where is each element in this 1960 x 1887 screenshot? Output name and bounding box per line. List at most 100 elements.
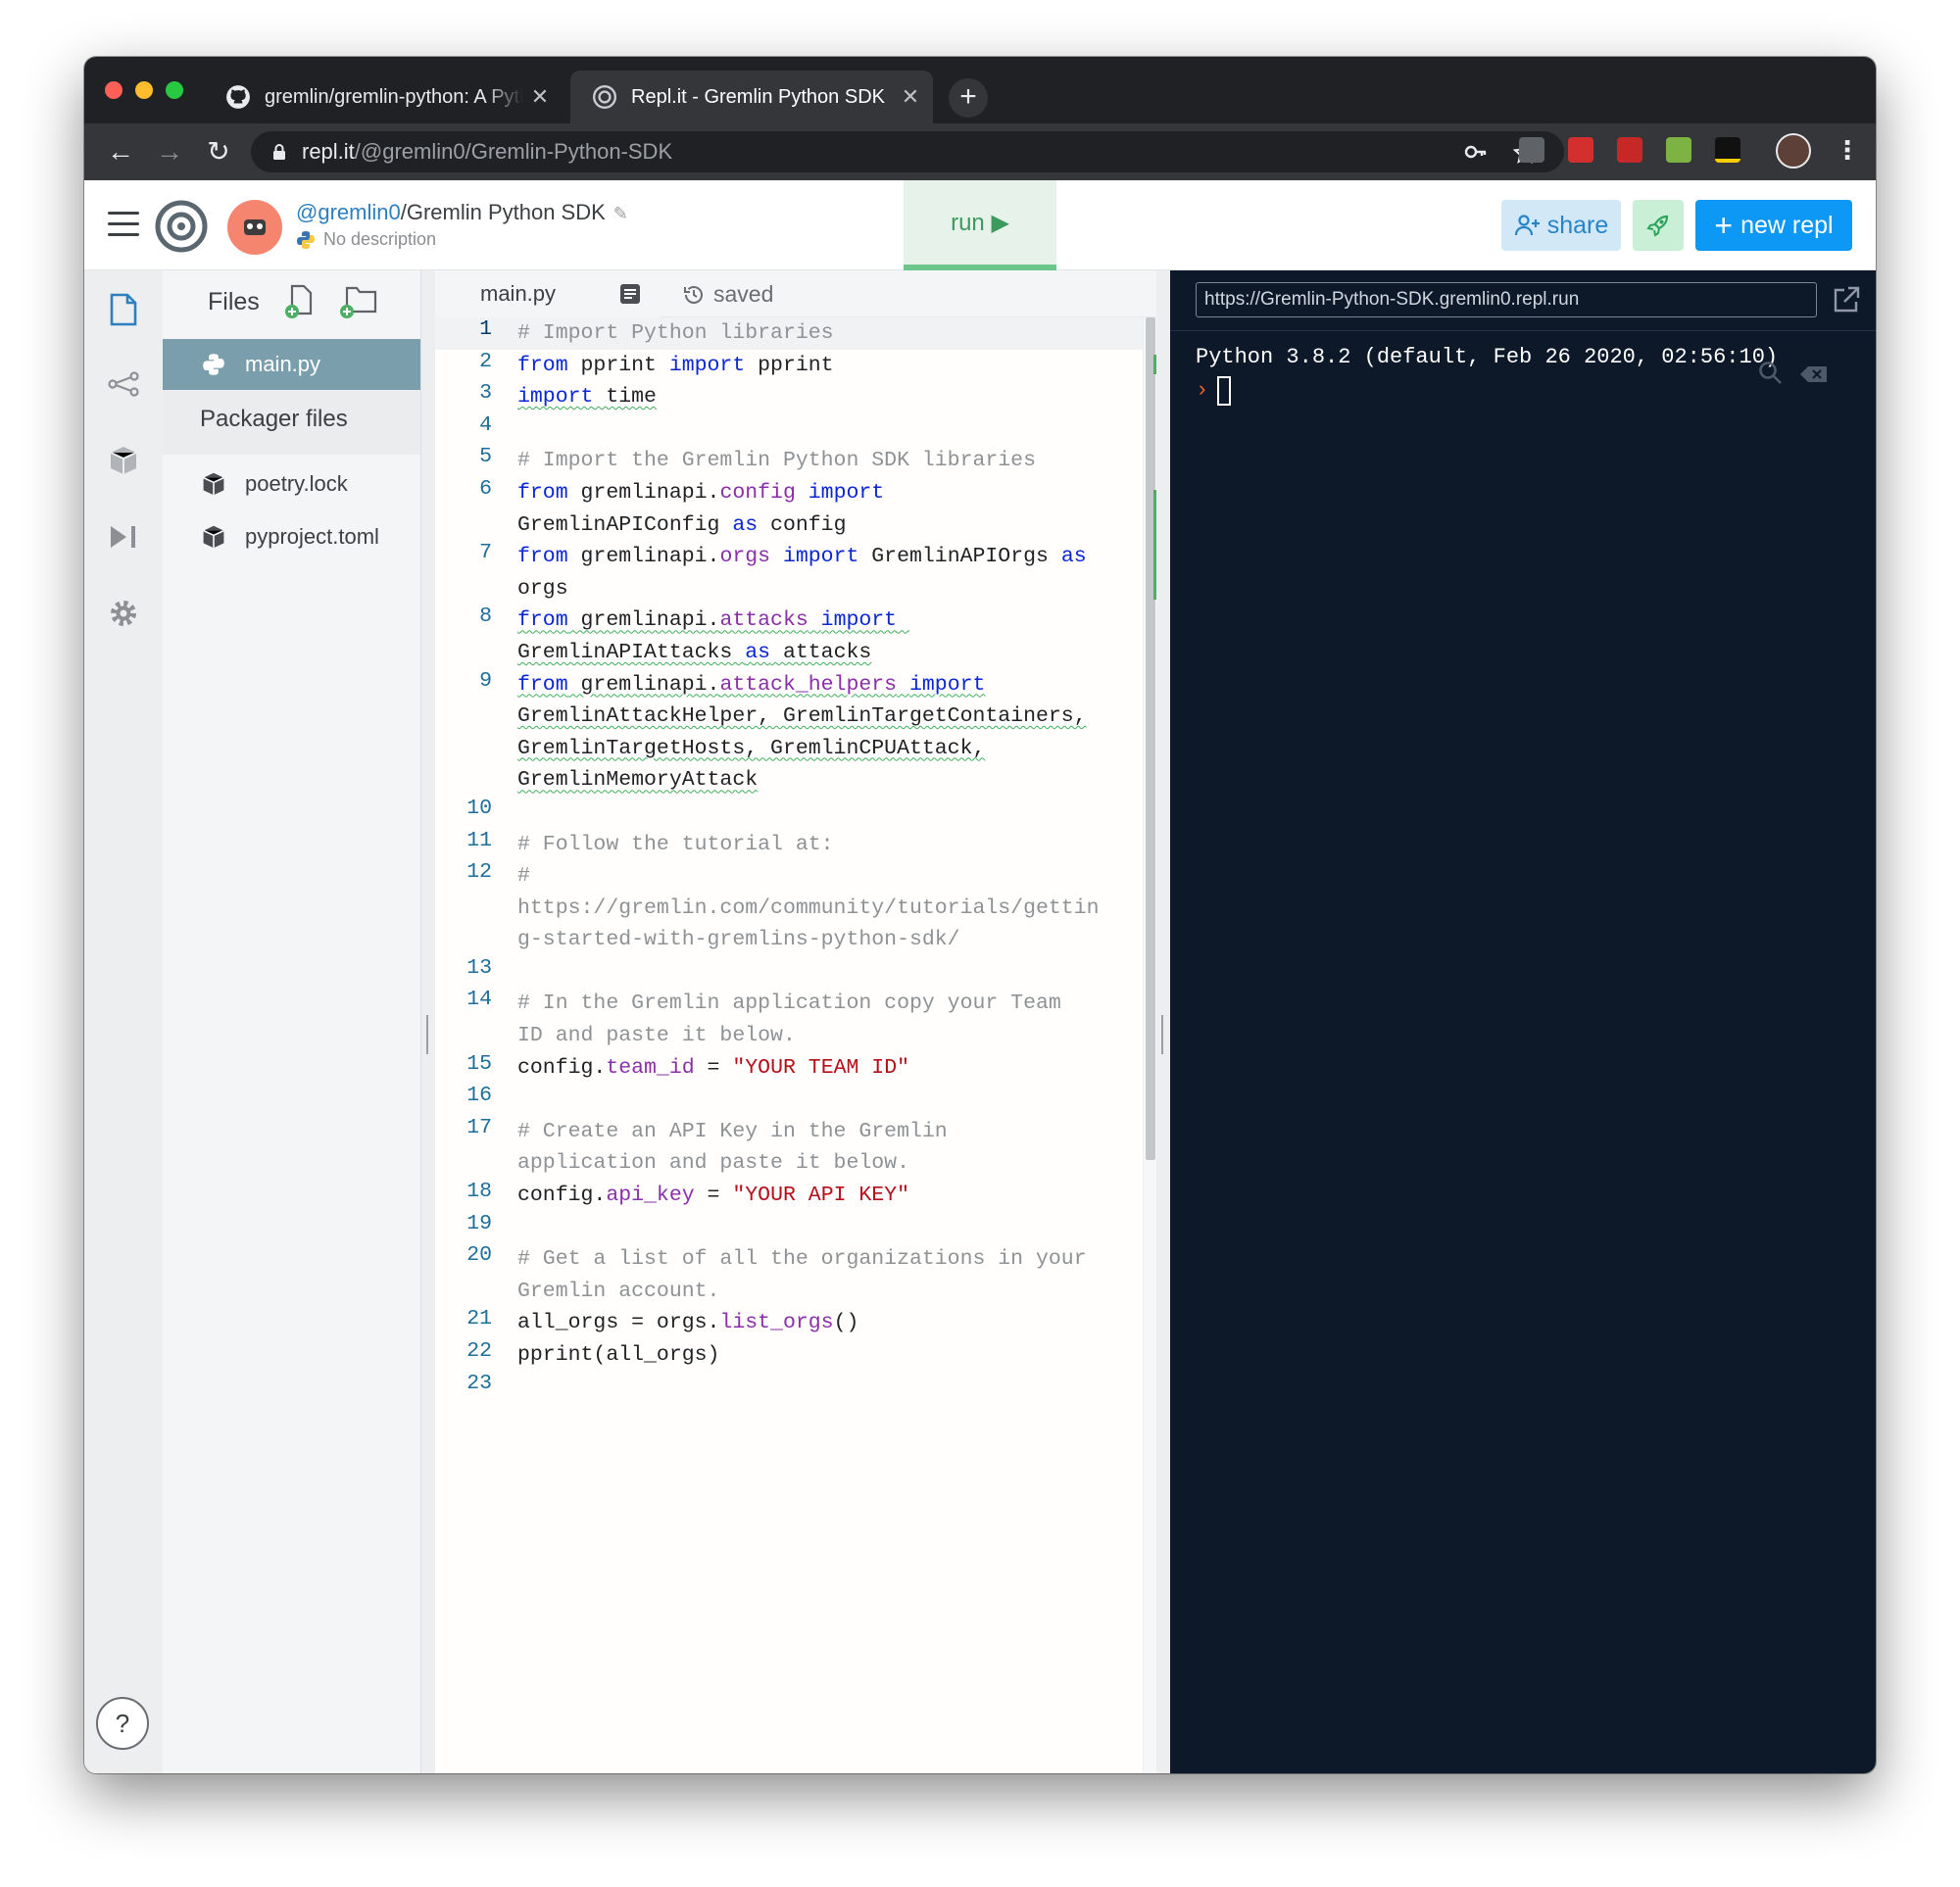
key-icon[interactable] <box>1464 141 1488 163</box>
browser-toolbar: ← → ↻ repl.it/@gremlin0/Gremlin-Python-S… <box>84 123 1876 180</box>
code-line: 3 import time <box>435 381 1143 413</box>
line-number: 16 <box>466 1084 492 1108</box>
file-item-pyproject-toml[interactable]: pyproject.toml <box>163 511 420 562</box>
editor-tab-main-py[interactable]: main.py <box>435 270 661 317</box>
line-number: 20 <box>466 1243 492 1268</box>
code-line: 6 from gremlinapi.config import GremlinAPI… <box>435 477 1143 541</box>
panel-resizer-right[interactable] <box>1156 270 1170 1773</box>
console-panel[interactable]: https://Gremlin-Python-SDK.gremlin0.repl… <box>1170 270 1876 1773</box>
add-user-icon <box>1514 215 1540 236</box>
files-title: Files <box>208 288 260 315</box>
run-button[interactable]: run ▶ <box>904 180 1056 270</box>
code-text: from gremlinapi.attacks import GremlinAP… <box>517 608 898 664</box>
code-line: 19 <box>435 1212 1143 1244</box>
repl-title[interactable]: @gremlin0/Gremlin Python SDK ✎ <box>296 200 628 225</box>
format-code-icon[interactable] <box>619 283 641 305</box>
extension-plus-icon[interactable] <box>1617 137 1642 163</box>
extension-flag-icon[interactable] <box>1715 137 1740 163</box>
line-number: 18 <box>466 1180 492 1204</box>
line-number: 3 <box>479 381 492 406</box>
add-file-icon[interactable] <box>284 284 314 319</box>
repl-description[interactable]: No description <box>296 229 436 250</box>
files-icon[interactable] <box>104 290 143 329</box>
line-number: 15 <box>466 1051 492 1076</box>
file-item-main-py[interactable]: main.py <box>163 339 420 390</box>
code-text: from gremlinapi.orgs import GremlinAPIOr… <box>517 545 1087 601</box>
file-name: main.py <box>245 352 321 376</box>
code-text: from pprint import pprint <box>517 353 834 377</box>
line-number: 14 <box>466 988 492 1012</box>
close-tab-icon[interactable]: ✕ <box>894 84 927 110</box>
owner-avatar[interactable] <box>227 200 282 255</box>
console-cursor[interactable] <box>1217 376 1231 406</box>
forward-arrow-icon[interactable]: → <box>153 135 186 169</box>
python-icon <box>297 230 315 249</box>
rocket-icon <box>1646 215 1669 237</box>
packages-icon[interactable] <box>104 441 143 480</box>
hamburger-menu-icon[interactable] <box>108 212 139 237</box>
browser-tab-replit[interactable]: Repl.it - Gremlin Python SDK ✕ <box>570 71 933 123</box>
extension-lastpass-icon[interactable] <box>1568 137 1593 163</box>
back-arrow-icon[interactable]: ← <box>104 135 137 169</box>
debugger-icon[interactable] <box>104 517 143 556</box>
code-text: # Follow the tutorial at: <box>517 832 834 856</box>
browser-menu-icon[interactable]: ⋮ <box>1835 135 1860 166</box>
clear-console-icon[interactable] <box>1799 364 1829 384</box>
settings-gear-icon[interactable] <box>104 594 143 633</box>
file-item-poetry-lock[interactable]: poetry.lock <box>163 459 420 509</box>
line-number: 17 <box>466 1115 492 1139</box>
code-text: # Create an API Key in the Gremlin applic… <box>517 1119 948 1176</box>
browser-tab-github[interactable]: gremlin/gremlin-python: A Python ✕ <box>204 71 563 123</box>
code-line: 2 from pprint import pprint <box>435 350 1143 382</box>
new-repl-label: new repl <box>1740 211 1834 239</box>
zoom-window-button[interactable] <box>166 81 183 99</box>
console-output: Python 3.8.2 (default, Feb 26 2020, 02:5… <box>1196 345 1779 369</box>
open-in-new-tab-icon[interactable] <box>1833 286 1860 314</box>
code-line: 13 <box>435 956 1143 989</box>
new-tab-button[interactable]: + <box>949 78 988 118</box>
address-bar[interactable]: repl.it/@gremlin0/Gremlin-Python-SDK <box>251 131 1564 172</box>
packager-title: Packager files <box>200 406 348 432</box>
edit-pencil-icon[interactable]: ✎ <box>613 204 628 223</box>
code-text: import time <box>517 385 657 410</box>
profile-avatar[interactable] <box>1776 133 1811 169</box>
scrollbar-thumb[interactable] <box>1146 317 1155 1160</box>
url-host: repl.it <box>302 139 355 164</box>
line-number: 10 <box>466 796 492 820</box>
code-text: # Get a list of all the organizations in… <box>517 1247 1087 1303</box>
extension-copy-icon[interactable] <box>1519 137 1544 163</box>
panel-resizer-left[interactable] <box>421 270 435 1773</box>
deploy-button[interactable] <box>1633 200 1684 251</box>
code-editor[interactable]: main.py saved 1 # Import Python libraries… <box>435 270 1157 1773</box>
code-area[interactable]: 1 # Import Python libraries 2 from pprint … <box>435 317 1143 1403</box>
code-text: config.team_id = "YOUR TEAM ID" <box>517 1055 910 1080</box>
url-path: /@gremlin0/Gremlin-Python-SDK <box>354 139 673 164</box>
new-repl-button[interactable]: + new repl <box>1695 200 1852 251</box>
help-button[interactable]: ? <box>96 1697 149 1750</box>
code-line: 12 # https://gremlin.com/community/tutoria… <box>435 860 1143 956</box>
add-folder-icon[interactable] <box>339 284 378 319</box>
close-tab-icon[interactable]: ✕ <box>523 84 557 110</box>
minimize-window-button[interactable] <box>135 81 153 99</box>
code-text: pprint(all_orgs) <box>517 1343 720 1367</box>
tab-title: Repl.it - Gremlin Python SDK <box>631 85 885 108</box>
search-icon[interactable] <box>1758 361 1784 386</box>
code-text: # In the Gremlin application copy your T… <box>517 992 1061 1048</box>
line-number: 8 <box>479 605 492 629</box>
share-button[interactable]: share <box>1501 200 1621 251</box>
address-url: repl.it/@gremlin0/Gremlin-Python-SDK <box>302 139 672 165</box>
editor-scrollbar[interactable] <box>1143 317 1157 1773</box>
code-line: 20 # Get a list of all the organizations … <box>435 1243 1143 1307</box>
console-url-field[interactable]: https://Gremlin-Python-SDK.gremlin0.repl… <box>1196 282 1817 317</box>
version-control-icon[interactable] <box>104 364 143 404</box>
reload-icon[interactable]: ↻ <box>202 135 235 169</box>
close-window-button[interactable] <box>105 81 122 99</box>
code-text: from gremlinapi.attack_helpers import Gre… <box>517 672 1087 793</box>
owner-link[interactable]: @gremlin0 <box>296 200 401 224</box>
replit-logo[interactable] <box>155 200 208 253</box>
extension-green-icon[interactable] <box>1666 137 1691 163</box>
